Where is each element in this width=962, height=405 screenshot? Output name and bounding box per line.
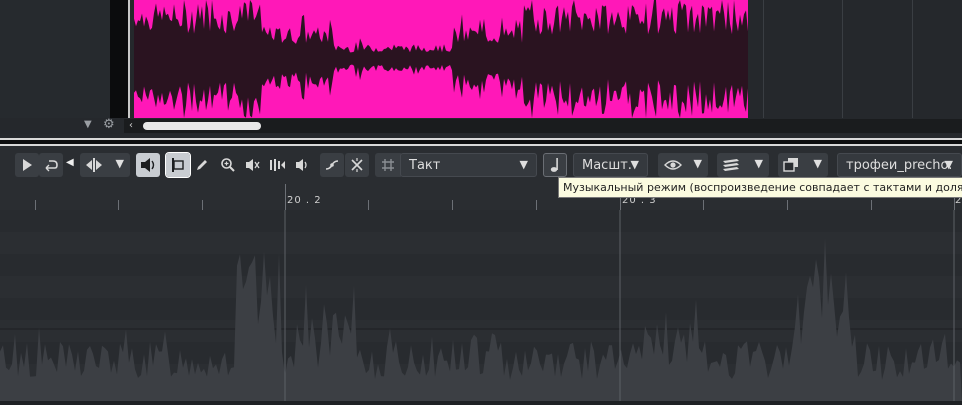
chevron-down-icon: ▼	[630, 158, 639, 171]
eye-icon	[664, 160, 682, 170]
gear-icon[interactable]: ⚙	[103, 117, 115, 132]
sample-editor-waveform[interactable]	[0, 210, 962, 401]
grid-button[interactable]	[375, 153, 401, 177]
snap-curve-button[interactable]	[320, 153, 344, 177]
copy-icon	[783, 158, 798, 172]
chevron-down-icon[interactable]: ▼	[755, 157, 763, 170]
waveform-display[interactable]	[0, 210, 962, 401]
snap-x-icon	[351, 158, 363, 172]
range-select-tool-button[interactable]	[165, 152, 191, 178]
track-color-strip	[110, 0, 124, 118]
zoom-select[interactable]: Масшт. ▼	[573, 153, 648, 177]
audio-name-select[interactable]: трофеи_precho. ▼	[837, 153, 962, 177]
musical-mode-button[interactable]	[543, 153, 567, 177]
zoom-tool-button[interactable]	[216, 153, 240, 177]
pencil-tool-button[interactable]	[190, 153, 214, 177]
arrange-track-area: ▼ ⚙ ‹	[0, 0, 962, 140]
range-select-icon	[172, 158, 184, 172]
track-header-panel	[0, 0, 110, 118]
mute-icon	[246, 159, 260, 171]
layers-icon	[723, 159, 739, 171]
mute-tool-button[interactable]	[240, 153, 264, 177]
chevron-left-icon[interactable]: ◀	[66, 157, 74, 168]
chevron-down-icon: ▼	[519, 158, 528, 171]
zoom-icon	[221, 158, 235, 172]
snap-zero-crossing-button[interactable]	[345, 153, 369, 177]
chevron-down-icon[interactable]: ▼	[694, 157, 702, 170]
layers-button[interactable]: ▼	[717, 153, 769, 177]
audio-warp-icon	[270, 159, 285, 171]
musical-mode-tooltip: Музыкальный режим (воспроизведение совпа…	[558, 177, 962, 198]
ruler-label: 20 . 2	[287, 195, 322, 206]
pencil-icon	[197, 160, 207, 170]
chevron-down-icon: ▼	[944, 158, 953, 171]
grid-icon	[382, 159, 394, 171]
play-button[interactable]	[15, 153, 39, 177]
squeeze-tool-button[interactable]: ▼	[80, 153, 130, 177]
audio-event-waveform[interactable]	[134, 0, 748, 118]
snap-curve-icon	[325, 160, 339, 170]
audio-track-lane[interactable]	[130, 0, 962, 118]
grid-type-select[interactable]: Такт ▼	[400, 153, 537, 177]
loop-button[interactable]	[39, 153, 63, 177]
scrollbar-thumb[interactable]	[143, 122, 261, 130]
duplicate-button[interactable]: ▼	[778, 153, 828, 177]
play-icon	[23, 159, 32, 171]
speaker-tool-button[interactable]	[136, 153, 160, 177]
audio-warp-tool-button[interactable]	[264, 153, 290, 177]
view-options-button[interactable]: ▼	[658, 153, 708, 177]
play-tool-button[interactable]	[290, 153, 314, 177]
scroll-left-icon[interactable]: ‹	[129, 120, 133, 131]
zoom-value: Масшт.	[582, 158, 632, 173]
grid-type-value: Такт	[409, 158, 441, 173]
squeeze-icon	[86, 158, 102, 172]
audio-name-value: трофеи_precho.	[846, 158, 953, 173]
speaker-icon	[141, 158, 155, 172]
note-icon	[550, 158, 558, 172]
chevron-down-icon[interactable]: ▼	[116, 157, 124, 170]
chevron-down-icon[interactable]: ▼	[814, 157, 822, 170]
speaker-small-icon	[296, 159, 307, 171]
loop-icon	[45, 160, 58, 172]
dropdown-arrow-icon[interactable]: ▼	[84, 119, 92, 130]
